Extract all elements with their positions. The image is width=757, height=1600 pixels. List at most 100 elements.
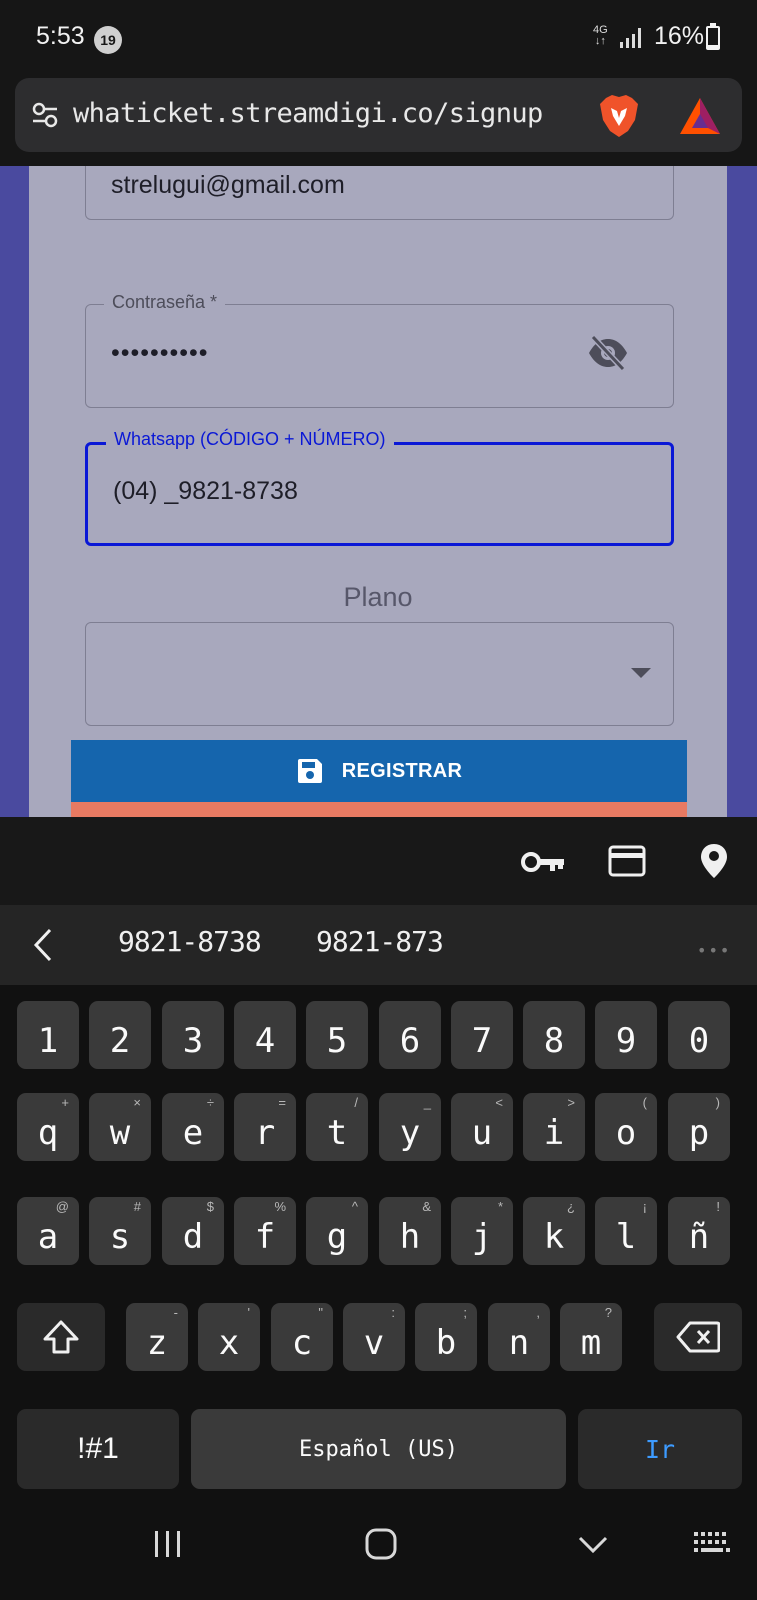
key-hint: _ [423,1095,431,1110]
register-button[interactable]: REGISTRAR [71,740,687,802]
url-text[interactable]: whaticket.streamdigi.co/signup [73,98,543,129]
plan-select[interactable] [85,622,674,726]
key-z[interactable]: -z [126,1303,188,1371]
key-hint: < [495,1095,503,1110]
key-ñ[interactable]: ! ñ [668,1197,730,1265]
key-label: 6 [399,1021,421,1061]
key-q[interactable]: + q [17,1093,79,1161]
key-label: q [37,1113,59,1153]
key-4[interactable]: 4 [234,1001,296,1069]
key-m[interactable]: ? m [560,1303,622,1371]
key-s[interactable]: # s [89,1197,151,1265]
key-icon[interactable] [520,849,566,875]
key-e[interactable]: ÷ e [162,1093,224,1161]
key-f[interactable]: % f [234,1197,296,1265]
space-key[interactable]: Español (US) [191,1409,566,1489]
key-w[interactable]: × w [89,1093,151,1161]
suggestion-item[interactable]: 9821-8738 [118,925,262,958]
key-6[interactable]: 6 [379,1001,441,1069]
more-options-icon[interactable]: ••• [697,941,731,960]
key-0[interactable]: 0 [668,1001,730,1069]
key-h[interactable]: & h [379,1197,441,1265]
key-7[interactable]: 7 [451,1001,513,1069]
key-8[interactable]: 8 [523,1001,585,1069]
chevron-down-icon[interactable] [577,1535,609,1555]
symbols-key[interactable]: !#1 [17,1409,179,1489]
key-hint: % [274,1199,286,1214]
key-p[interactable]: ) p [668,1093,730,1161]
key-2[interactable]: 2 [89,1001,151,1069]
chevron-left-icon[interactable] [32,927,54,963]
key-y[interactable]: _ y [379,1093,441,1161]
whatsapp-field[interactable]: Whatsapp (CÓDIGO + NÚMERO) (04) _9821-87… [85,429,674,546]
key-hint: ) [715,1095,720,1110]
network-type-label: 4G [593,24,608,36]
credit-card-icon[interactable] [608,845,646,877]
key-hint: + [61,1095,69,1110]
key-x[interactable]: ' x [198,1303,260,1371]
key-hint: , [536,1305,540,1320]
keyboard-switch-icon[interactable] [692,1529,732,1559]
suggestion-item[interactable]: 9821-873 [316,925,444,958]
key-label: w [109,1113,131,1153]
browser-toolbar: whaticket.streamdigi.co/signup [0,76,757,166]
home-icon[interactable] [364,1527,398,1561]
key-n[interactable]: ,n [488,1303,550,1371]
key-hint: * [497,1199,503,1214]
key-label: l [615,1217,637,1257]
key-k[interactable]: ¿ k [523,1197,585,1265]
key-t[interactable]: / t [306,1093,368,1161]
password-field[interactable]: Contraseña * •••••••••• [85,292,674,408]
key-3[interactable]: 3 [162,1001,224,1069]
shift-key[interactable] [17,1303,105,1371]
plan-label: Plano [343,582,413,612]
battery-percent: 16% [654,22,705,50]
key-label: d [182,1217,204,1257]
key-hint: > [567,1095,575,1110]
key-g[interactable]: ^ g [306,1197,368,1265]
key-label: p [688,1113,710,1153]
key-v[interactable]: :v [343,1303,405,1371]
key-c[interactable]: " c [271,1303,333,1371]
key-j[interactable]: * j [451,1197,513,1265]
visibility-off-icon[interactable] [587,335,629,371]
whatsapp-label: Whatsapp (CÓDIGO + NÚMERO) [106,429,394,450]
site-settings-icon[interactable] [31,102,59,128]
email-field[interactable]: strelugui@gmail.com [85,166,674,220]
key-d[interactable]: $ d [162,1197,224,1265]
key-o[interactable]: (o [595,1093,657,1161]
key-label: u [471,1113,493,1153]
key-9[interactable]: 9 [595,1001,657,1069]
key-label: 8 [543,1021,565,1061]
brave-shields-icon[interactable] [598,94,640,138]
key-1[interactable]: 1 [17,1001,79,1069]
bat-rewards-icon[interactable] [678,96,722,136]
recent-apps-icon[interactable] [153,1529,183,1559]
key-label: j [471,1217,493,1257]
email-value: strelugui@gmail.com [111,171,345,199]
keyboard: 1234567890 + q × w ÷ e = r / t _ y < u > i(o) p @ a # s $ d% f… [0,985,757,1489]
signal-icon [620,28,641,48]
key-l[interactable]: ¡ l [595,1197,657,1265]
go-key[interactable]: Ir [578,1409,742,1489]
key-hint: ^ [351,1199,358,1214]
key-label: z [146,1323,168,1363]
location-pin-icon[interactable] [700,843,728,879]
key-hint: ; [463,1305,467,1320]
address-bar[interactable]: whaticket.streamdigi.co/signup [15,78,742,152]
key-a[interactable]: @ a [17,1197,79,1265]
key-label: 1 [37,1021,59,1061]
key-b[interactable]: ; b [415,1303,477,1371]
key-u[interactable]: < u [451,1093,513,1161]
key-5[interactable]: 5 [306,1001,368,1069]
key-label: i [543,1113,565,1153]
autofill-toolbar [0,817,757,905]
key-hint: $ [206,1199,214,1214]
key-label: s [109,1217,131,1257]
backspace-key[interactable] [654,1303,742,1371]
secondary-button[interactable] [71,802,687,817]
register-label: REGISTRAR [341,759,463,782]
key-i[interactable]: > i [523,1093,585,1161]
key-label: 7 [471,1021,493,1061]
key-r[interactable]: = r [234,1093,296,1161]
